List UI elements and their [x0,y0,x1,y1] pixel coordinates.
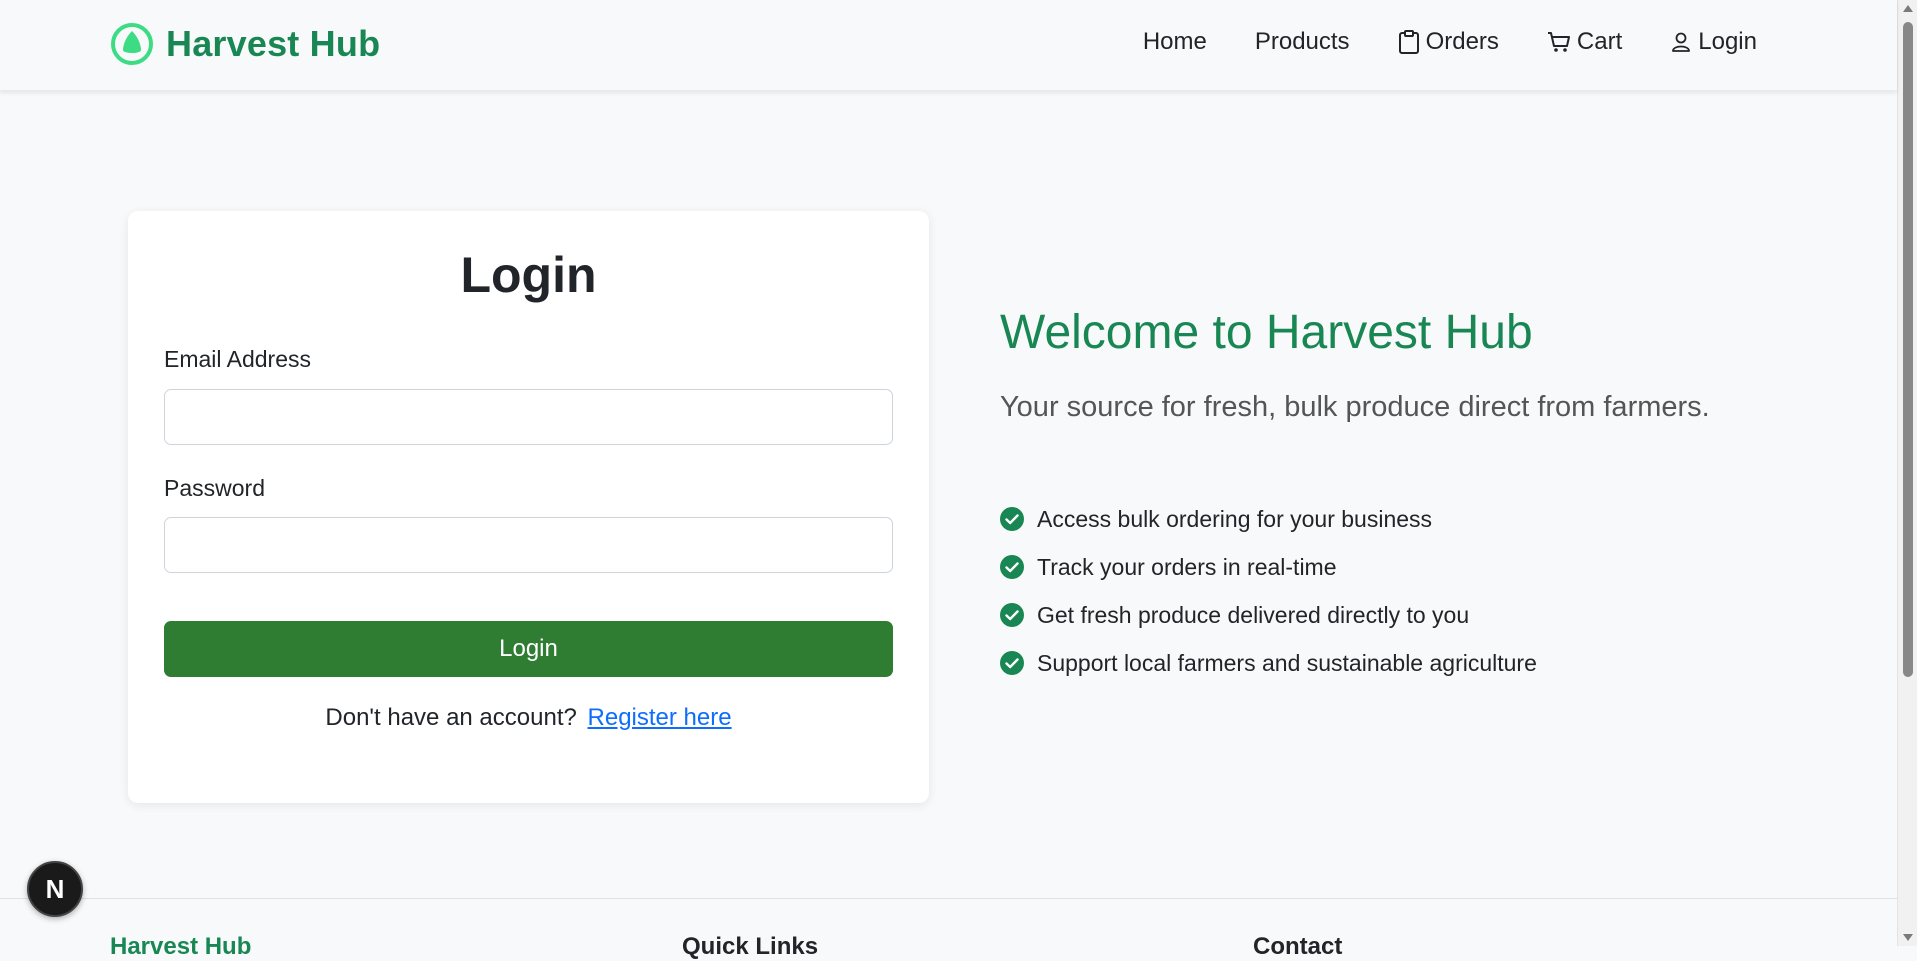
nav-login[interactable]: Login [1670,28,1757,56]
scrollbar-thumb[interactable] [1903,22,1913,677]
welcome-subtitle: Your source for fresh, bulk produce dire… [1000,391,1710,423]
welcome-title: Welcome to Harvest Hub [1000,306,1533,359]
feature-list: Access bulk ordering for your business T… [1000,495,1537,687]
footer-heading-contact: Contact [1253,933,1343,960]
scroll-up-arrow-icon[interactable] [1903,5,1913,12]
user-icon [1672,32,1691,52]
password-label: Password [164,475,265,501]
nav-home-label: Home [1142,28,1207,55]
check-circle-icon [1000,651,1024,675]
feature-text: Support local farmers and sustainable ag… [1037,649,1537,676]
check-circle-icon [1000,507,1024,531]
nav-products[interactable]: Products [1255,28,1350,56]
check-circle-icon [1000,603,1024,627]
leaf-icon [111,23,153,65]
register-prompt: Don't have an account? Register here [128,704,929,732]
nav-orders-label: Orders [1425,28,1499,55]
main-nav: Home Products Orders Cart Login [1095,28,1757,56]
nav-orders[interactable]: Orders [1398,28,1499,56]
footer-heading-links: Quick Links [682,933,819,960]
nav-login-label: Login [1698,28,1757,55]
login-card: Login Email Address Password Login Don't… [128,211,929,803]
nav-cart-label: Cart [1576,28,1623,55]
nextjs-dev-badge[interactable]: N [27,861,83,917]
brand-name: Harvest Hub [166,23,381,64]
top-navbar: Harvest Hub Home Products Orders Cart Lo… [0,0,1897,91]
feature-item: Support local farmers and sustainable ag… [1000,639,1537,687]
register-link[interactable]: Register here [588,704,732,731]
cart-icon [1547,32,1570,52]
brand-logo-link[interactable]: Harvest Hub [110,22,380,66]
feature-text: Access bulk ordering for your business [1037,505,1433,532]
feature-item: Get fresh produce delivered directly to … [1000,591,1537,639]
password-field[interactable] [164,517,893,573]
no-account-text: Don't have an account? [325,704,577,731]
feature-item: Track your orders in real-time [1000,543,1537,591]
page-footer: Harvest Hub Quick Links Contact [0,898,1897,960]
feature-text: Get fresh produce delivered directly to … [1037,601,1470,628]
clipboard-icon [1398,30,1419,54]
feature-item: Access bulk ordering for your business [1000,495,1537,543]
footer-heading-brand: Harvest Hub [110,933,252,960]
badge-letter: N [45,873,65,904]
vertical-scrollbar[interactable] [1897,0,1917,946]
login-submit-button[interactable]: Login [164,621,893,677]
scroll-down-arrow-icon[interactable] [1903,934,1913,941]
login-title: Login [460,247,597,303]
email-label: Email Address [164,346,312,372]
check-circle-icon [1000,555,1024,579]
email-field[interactable] [164,389,893,445]
nav-home[interactable]: Home [1143,28,1207,56]
feature-text: Track your orders in real-time [1037,553,1337,580]
nav-products-label: Products [1254,28,1350,55]
nav-cart[interactable]: Cart [1547,28,1622,56]
